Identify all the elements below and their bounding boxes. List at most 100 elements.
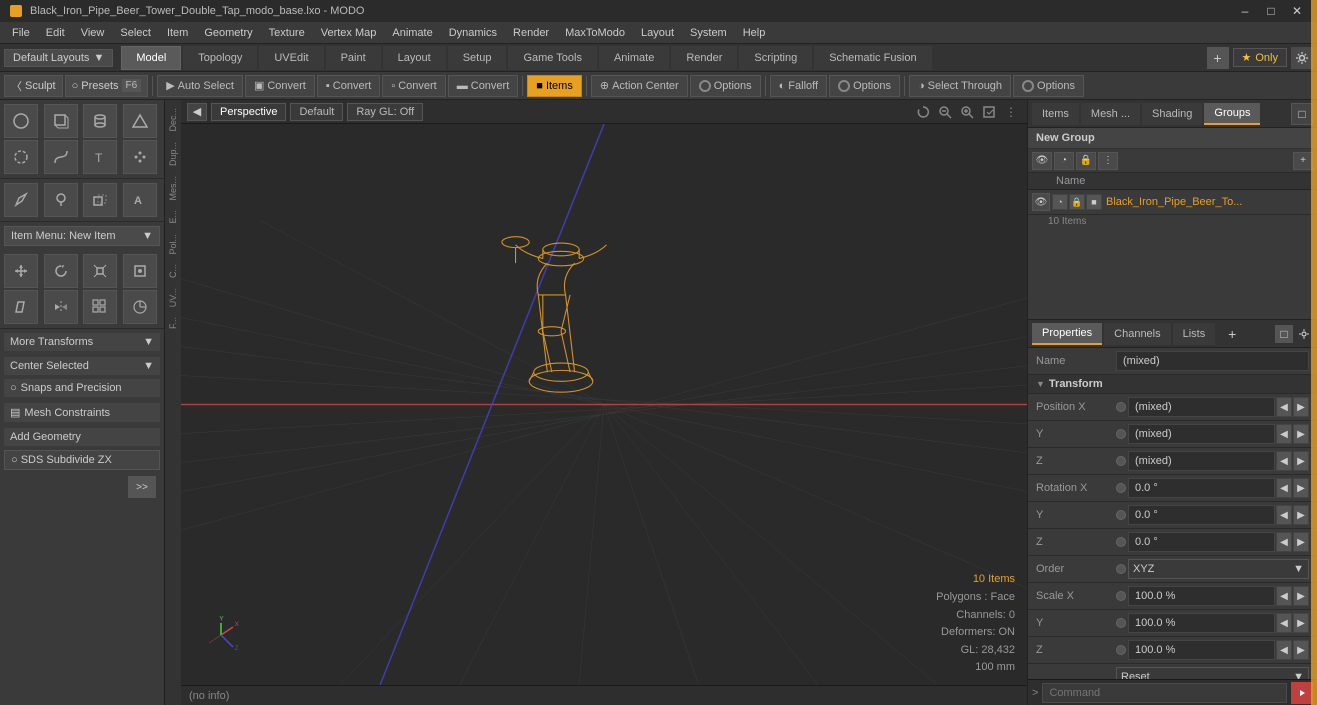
strip-c[interactable]: C... <box>166 260 180 282</box>
panel-tab-mesh[interactable]: Mesh ... <box>1081 103 1140 125</box>
sphere-tool-button[interactable] <box>4 104 38 138</box>
tab-layout[interactable]: Layout <box>383 46 446 70</box>
strip-dup[interactable]: Dup... <box>166 138 180 170</box>
group-render-button[interactable]: ◔ <box>1054 152 1074 170</box>
zoom-in-button[interactable] <box>957 103 977 121</box>
cylinder-tool-button[interactable] <box>83 104 117 138</box>
font-tool-button[interactable]: A <box>123 183 157 217</box>
props-expand-button[interactable]: □ <box>1275 325 1293 343</box>
menu-dynamics[interactable]: Dynamics <box>441 25 505 41</box>
reset-button[interactable]: Reset ▼ <box>1116 667 1309 679</box>
tab-animate[interactable]: Animate <box>599 46 669 70</box>
rot-y-left-btn[interactable]: ◀ <box>1276 505 1292 525</box>
rot-y-right-btn[interactable]: ▶ <box>1293 505 1309 525</box>
strip-mes[interactable]: Mes... <box>166 172 180 205</box>
menu-layout[interactable]: Layout <box>633 25 682 41</box>
move-tool-button[interactable] <box>4 254 38 288</box>
options-button-3[interactable]: Options <box>1013 75 1084 97</box>
prop-scale-z-value[interactable]: 100.0 % <box>1128 640 1275 660</box>
shear-tool-button[interactable] <box>4 290 38 324</box>
default-layouts-dropdown[interactable]: Default Layouts ▼ <box>4 49 113 67</box>
scale-tool-button[interactable] <box>83 254 117 288</box>
panel-tab-shading[interactable]: Shading <box>1142 103 1202 125</box>
menu-view[interactable]: View <box>73 25 113 41</box>
zoom-out-button[interactable] <box>935 103 955 121</box>
item-type-icon[interactable]: ■ <box>1086 194 1102 210</box>
text-tool-button[interactable]: T <box>83 140 117 174</box>
convert-button-2[interactable]: ▪ Convert <box>317 75 380 97</box>
pos-x-indicator[interactable] <box>1116 402 1126 412</box>
prop-pos-y-value[interactable]: (mixed) <box>1128 424 1275 444</box>
menu-select[interactable]: Select <box>112 25 159 41</box>
menu-maxtomode[interactable]: MaxToModo <box>557 25 633 41</box>
action-center-button[interactable]: ⊕ Action Center <box>591 75 688 97</box>
rot-z-right-btn[interactable]: ▶ <box>1293 532 1309 552</box>
item-lock-icon[interactable]: 🔒 <box>1069 194 1085 210</box>
pos-z-indicator[interactable] <box>1116 456 1126 466</box>
strip-pol[interactable]: Pol... <box>166 230 180 259</box>
command-input[interactable] <box>1042 683 1287 703</box>
cube-tool-button[interactable] <box>44 104 78 138</box>
scale-z-indicator[interactable] <box>1116 645 1126 655</box>
group-add-button[interactable]: + <box>1293 152 1313 170</box>
center-selected-button[interactable]: Center Selected ▼ <box>4 357 160 375</box>
menu-render[interactable]: Render <box>505 25 557 41</box>
convert-button-4[interactable]: ▬ Convert <box>448 75 519 97</box>
group-lock-button[interactable]: 🔒 <box>1076 152 1096 170</box>
props-tab-lists[interactable]: Lists <box>1173 323 1216 345</box>
run-command-button[interactable] <box>1291 682 1313 704</box>
menu-system[interactable]: System <box>682 25 735 41</box>
sds-subdivide-button[interactable]: ○ SDS Subdivide ZX <box>4 450 160 470</box>
scale-y-indicator[interactable] <box>1116 618 1126 628</box>
order-indicator[interactable] <box>1116 564 1126 574</box>
array-tool-button[interactable] <box>83 290 117 324</box>
transform-tool-button[interactable] <box>123 254 157 288</box>
layout-settings-button[interactable] <box>1291 47 1313 69</box>
default-label[interactable]: Default <box>290 103 343 121</box>
panel-tab-groups[interactable]: Groups <box>1204 103 1260 125</box>
prop-name-value[interactable]: (mixed) <box>1116 351 1309 371</box>
radial-tool-button[interactable] <box>123 290 157 324</box>
prop-rot-y-value[interactable]: 0.0 ° <box>1128 505 1275 525</box>
rot-x-left-btn[interactable]: ◀ <box>1276 478 1292 498</box>
menu-vertexmap[interactable]: Vertex Map <box>313 25 385 41</box>
scale-y-left-btn[interactable]: ◀ <box>1276 613 1292 633</box>
strip-uv[interactable]: UV... <box>166 284 180 311</box>
tab-render[interactable]: Render <box>671 46 737 70</box>
tab-model[interactable]: Model <box>121 46 181 70</box>
pos-z-right-btn[interactable]: ▶ <box>1293 451 1309 471</box>
auto-select-button[interactable]: ▶ Auto Select <box>157 75 243 97</box>
brush-tool-button[interactable] <box>44 183 78 217</box>
prop-rot-z-value[interactable]: 0.0 ° <box>1128 532 1275 552</box>
rot-y-indicator[interactable] <box>1116 510 1126 520</box>
scale-z-right-btn[interactable]: ▶ <box>1293 640 1309 660</box>
viewport-options-button[interactable]: ⋮ <box>1001 103 1021 121</box>
group-eye-button[interactable]: 👁 <box>1032 152 1052 170</box>
prop-order-value[interactable]: XYZ ▼ <box>1128 559 1309 579</box>
pen-tool-button[interactable] <box>4 183 38 217</box>
scale-x-left-btn[interactable]: ◀ <box>1276 586 1292 606</box>
scale-x-right-btn[interactable]: ▶ <box>1293 586 1309 606</box>
presets-button[interactable]: ○ Presets F6 <box>65 75 149 97</box>
strip-f[interactable]: F... <box>166 313 180 333</box>
render-settings-button[interactable] <box>979 103 999 121</box>
menu-edit[interactable]: Edit <box>38 25 73 41</box>
mirror-tool-button[interactable] <box>44 290 78 324</box>
strip-e[interactable]: E... <box>166 206 180 228</box>
viewport-nav-left[interactable]: ◀ <box>187 103 207 121</box>
props-add-button[interactable]: + <box>1221 323 1243 345</box>
pos-y-indicator[interactable] <box>1116 429 1126 439</box>
menu-geometry[interactable]: Geometry <box>196 25 260 41</box>
panel-tab-items[interactable]: Items <box>1032 103 1079 125</box>
tab-uvedit[interactable]: UVEdit <box>259 46 323 70</box>
menu-animate[interactable]: Animate <box>384 25 440 41</box>
pos-y-left-btn[interactable]: ◀ <box>1276 424 1292 444</box>
convert-button-1[interactable]: ▣ Convert <box>245 75 315 97</box>
sculpt-button[interactable]: 〈 Sculpt <box>4 75 63 97</box>
strip-dec[interactable]: Dec... <box>166 104 180 136</box>
rot-z-indicator[interactable] <box>1116 537 1126 547</box>
item-eye-button[interactable]: 👁 <box>1032 193 1050 211</box>
circle-tool-button[interactable] <box>4 140 38 174</box>
clone-tool-button[interactable] <box>83 183 117 217</box>
pos-y-right-btn[interactable]: ▶ <box>1293 424 1309 444</box>
